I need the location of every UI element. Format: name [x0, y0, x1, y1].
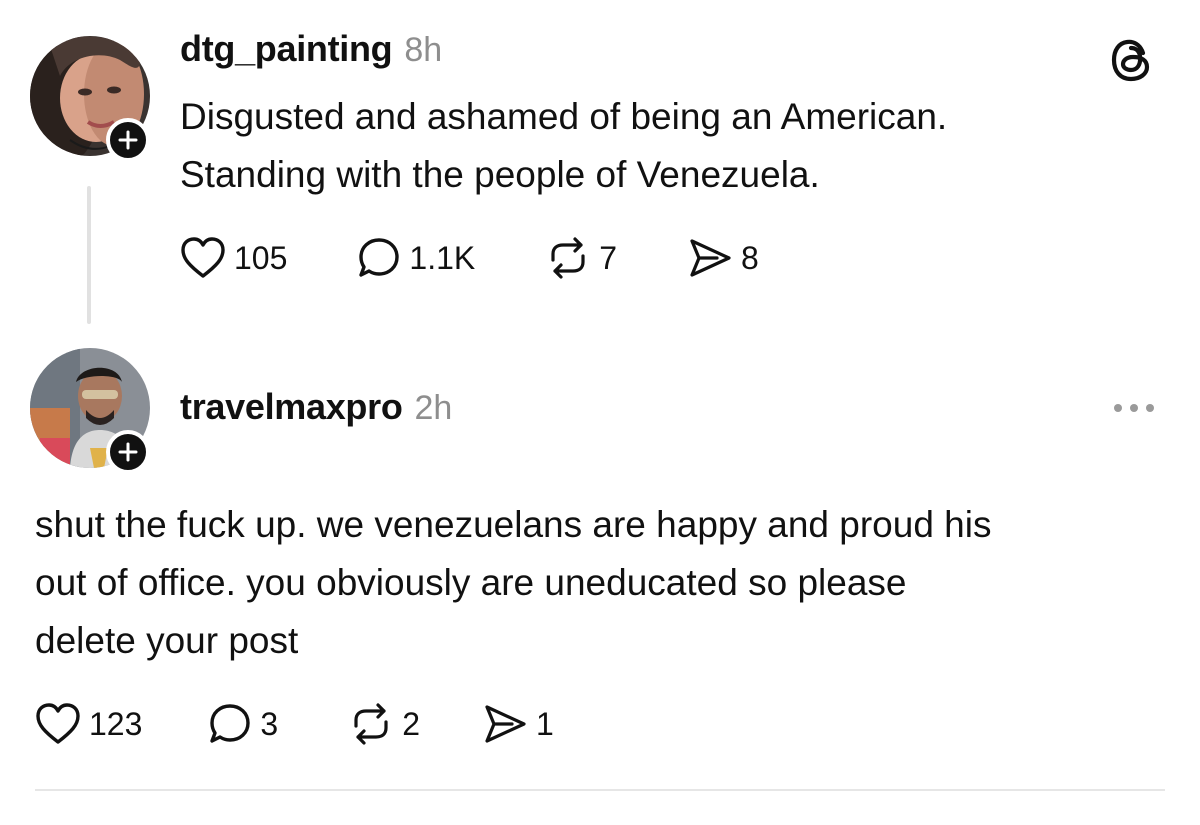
timestamp: 8h — [404, 31, 443, 69]
repost-icon — [354, 703, 388, 745]
heart-icon — [36, 703, 80, 744]
share-button[interactable]: 8 — [687, 236, 759, 280]
repost-button[interactable]: 7 — [545, 236, 617, 280]
reply-button[interactable]: 1.1K — [357, 236, 475, 280]
like-count: 123 — [89, 705, 143, 742]
threads-logo-icon[interactable] — [1110, 36, 1154, 89]
send-icon — [690, 239, 731, 277]
plus-icon — [118, 442, 138, 462]
follow-button[interactable] — [106, 118, 150, 162]
divider — [35, 789, 1165, 791]
repost-count: 7 — [599, 239, 618, 276]
post-text: shut the fuck up. we venezuelans are hap… — [35, 504, 992, 661]
post-header: travelmaxpro 2h — [180, 386, 452, 428]
share-button[interactable]: 1 — [482, 702, 554, 746]
like-button[interactable]: 105 — [180, 236, 287, 280]
comment-icon — [359, 238, 400, 277]
like-count: 105 — [234, 239, 288, 276]
thread-connector-line — [87, 186, 91, 324]
more-options-button[interactable] — [1110, 400, 1158, 421]
threads-thread-view: dtg_painting 8h Disgusted and ashamed of… — [0, 0, 1200, 825]
post-actions: 123 3 2 1 — [35, 702, 554, 746]
reply-count: 3 — [260, 705, 279, 742]
heart-icon — [181, 237, 225, 278]
reply-count: 1.1K — [409, 239, 476, 276]
post-text: Disgusted and ashamed of being an Americ… — [180, 96, 948, 195]
reply-button[interactable]: 3 — [208, 702, 278, 746]
send-icon — [485, 705, 526, 743]
repost-count: 2 — [402, 705, 420, 742]
share-count: 8 — [741, 239, 759, 276]
comment-icon — [210, 704, 251, 743]
follow-button[interactable] — [106, 430, 150, 474]
like-button[interactable]: 123 — [35, 702, 142, 746]
username[interactable]: travelmaxpro — [180, 386, 403, 428]
more-icon — [1114, 404, 1154, 412]
repost-icon — [551, 237, 585, 279]
post-actions: 105 1.1K 7 8 — [180, 236, 759, 280]
timestamp: 2h — [414, 389, 453, 427]
post-header: dtg_painting 8h — [180, 28, 442, 70]
plus-icon — [118, 130, 138, 150]
repost-button[interactable]: 2 — [348, 702, 420, 746]
share-count: 1 — [535, 705, 554, 742]
username[interactable]: dtg_painting — [180, 28, 393, 70]
